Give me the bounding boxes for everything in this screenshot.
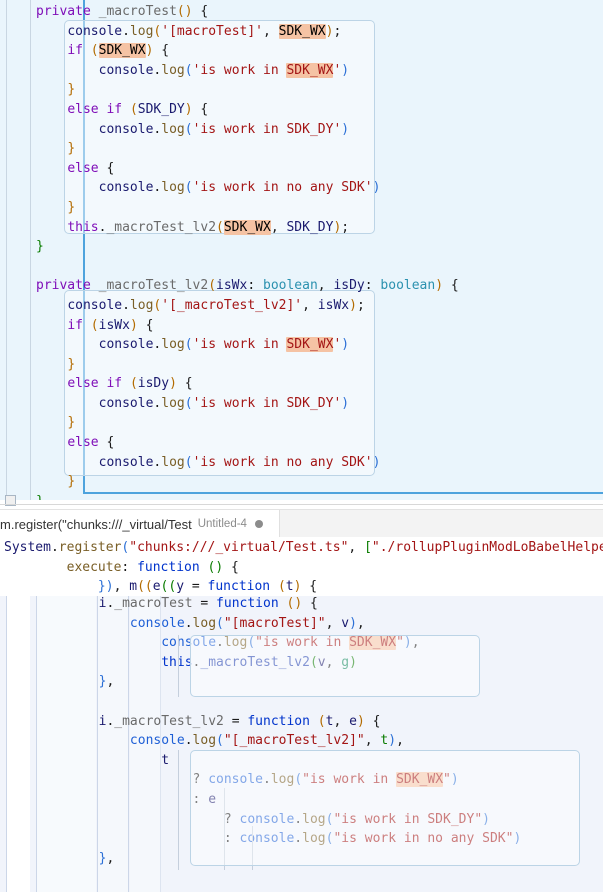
tab-bar[interactable]: m.register("chunks:///_virtual/Test Unti…: [0, 509, 603, 538]
panel-divider: [0, 504, 603, 505]
editor-window: private _macroTest() { console.log('[mac…: [0, 0, 603, 892]
gutter-rule-1: [6, 0, 7, 500]
top-source-editor[interactable]: private _macroTest() { console.log('[mac…: [0, 0, 603, 500]
top-source-code[interactable]: private _macroTest() { console.log('[mac…: [36, 2, 459, 500]
block-vline-3: [224, 788, 225, 870]
block-vline-4: [252, 826, 253, 870]
tab-dirty-dot-icon[interactable]: [254, 520, 263, 528]
compiled-output-editor[interactable]: i._macroTest = function () { console.log…: [0, 596, 603, 892]
block-vline-2: [178, 750, 179, 870]
indent-guide-0: [6, 596, 7, 892]
bundle-header-code-area[interactable]: System.register("chunks:///_virtual/Test…: [0, 537, 603, 596]
indent-stripe-0: [7, 596, 30, 892]
tab-sub-label: Untitled-4: [197, 518, 247, 530]
gutter-rule-2: [30, 0, 31, 500]
bundle-header-code[interactable]: System.register("chunks:///_virtual/Test…: [4, 538, 603, 596]
tab-path-label: m.register("chunks:///_virtual/Test: [0, 516, 192, 532]
tab-active-untitled-4[interactable]: m.register("chunks:///_virtual/Test Unti…: [0, 510, 280, 538]
block-vline-1: [178, 635, 179, 697]
compiled-output-code[interactable]: i._macroTest = function () { console.log…: [36, 596, 522, 868]
